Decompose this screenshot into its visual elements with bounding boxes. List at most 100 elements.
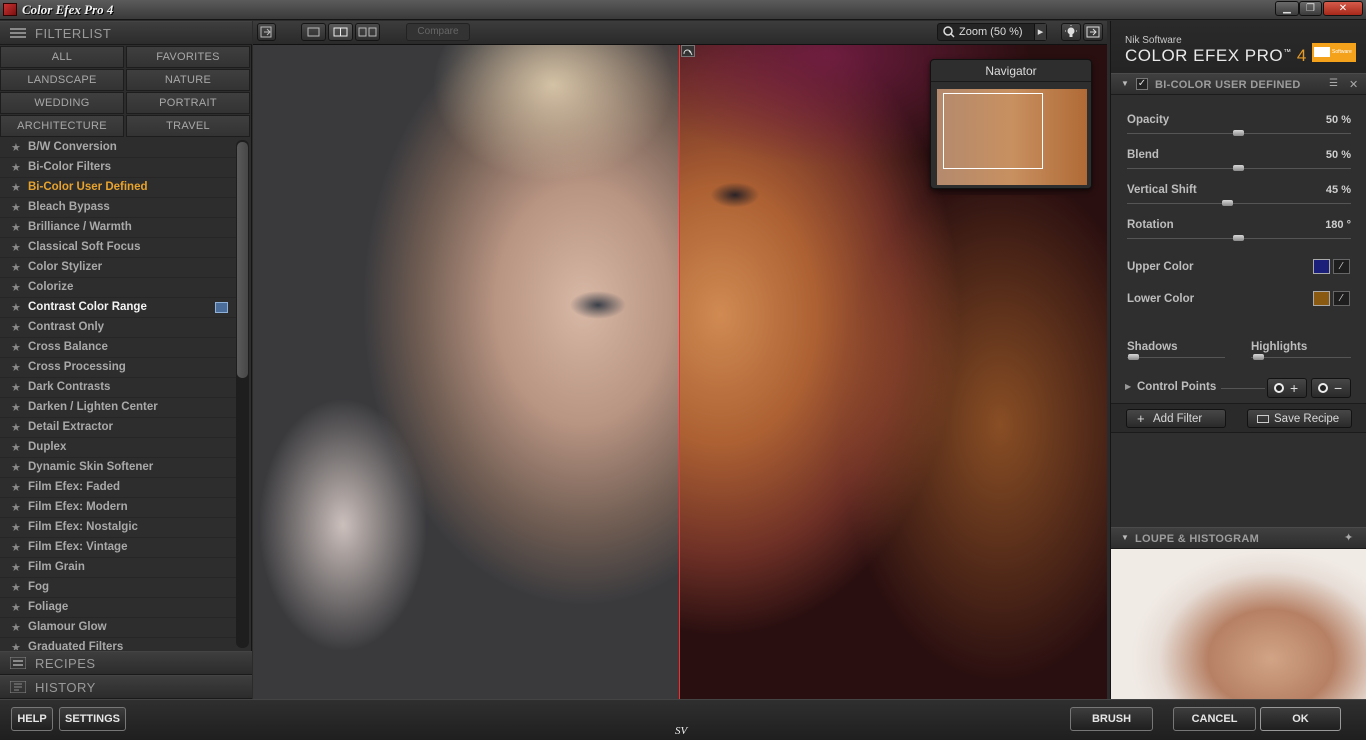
filter-item[interactable]: ★ Graduated Filters [0,638,236,650]
image-preview[interactable]: Navigator [253,45,1107,699]
close-button[interactable]: ✕ [1323,1,1363,16]
opacity-slider[interactable]: Opacity 50 % [1111,109,1366,144]
filter-item[interactable]: ★ Film Grain [0,558,236,578]
favorite-star-icon[interactable]: ★ [11,621,21,634]
filter-item[interactable]: ★ B/W Conversion [0,138,236,158]
rotation-slider[interactable]: Rotation 180 ° [1111,214,1366,249]
recipe-badge-icon[interactable] [215,302,228,313]
favorite-star-icon[interactable]: ★ [11,401,21,414]
shadows-slider-knob[interactable] [1128,354,1139,360]
eyedropper-icon[interactable]: ⁄ [1333,291,1350,306]
favorite-star-icon[interactable]: ★ [11,381,21,394]
category-favorites[interactable]: FAVORITES [126,46,250,68]
favorite-star-icon[interactable]: ★ [11,361,21,374]
filter-item[interactable]: ★ Color Stylizer [0,258,236,278]
help-button[interactable]: HELP [11,707,53,731]
favorite-star-icon[interactable]: ★ [11,301,21,314]
filter-item[interactable]: ★ Film Efex: Faded [0,478,236,498]
filter-section-header[interactable]: ▼ ✓ BI-COLOR USER DEFINED ☰ ✕ [1111,73,1366,95]
favorite-star-icon[interactable]: ★ [11,201,21,214]
favorite-star-icon[interactable]: ★ [11,321,21,334]
favorite-star-icon[interactable]: ★ [11,581,21,594]
filter-item[interactable]: ★ Colorize [0,278,236,298]
lower-color-swatch[interactable] [1313,291,1330,306]
favorite-star-icon[interactable]: ★ [11,521,21,534]
eyedropper-icon[interactable]: ⁄ [1333,259,1350,274]
upper-color-swatch[interactable] [1313,259,1330,274]
category-nature[interactable]: NATURE [126,69,250,91]
category-portrait[interactable]: PORTRAIT [126,92,250,114]
favorite-star-icon[interactable]: ★ [11,601,21,614]
pin-icon[interactable]: ✦ [1344,531,1353,544]
filter-menu-icon[interactable]: ☰ [1329,78,1338,89]
recipes-header[interactable]: RECIPES [0,651,252,675]
filterlist-header[interactable]: FILTERLIST [0,21,252,45]
favorite-star-icon[interactable]: ★ [11,261,21,274]
vertical-shift-slider-knob[interactable] [1222,200,1233,206]
single-view-button[interactable] [301,23,326,41]
filter-item[interactable]: ★ Duplex [0,438,236,458]
split-swap-handle[interactable] [681,45,695,57]
favorite-star-icon[interactable]: ★ [11,341,21,354]
add-control-point-button[interactable]: + [1267,378,1307,398]
exit-preview-button[interactable] [257,23,276,41]
collapse-icon[interactable]: ▼ [1121,533,1129,542]
category-landscape[interactable]: LANDSCAPE [0,69,124,91]
category-travel[interactable]: TRAVEL [126,115,250,137]
filter-item[interactable]: ★ Bleach Bypass [0,198,236,218]
rotation-slider-knob[interactable] [1233,235,1244,241]
settings-button[interactable]: SETTINGS [59,707,126,731]
expand-icon[interactable]: ▶ [1125,382,1131,391]
compare-button[interactable]: Compare [406,23,470,41]
filter-item[interactable]: ★ Contrast Only [0,318,236,338]
navigator-viewport[interactable] [943,93,1043,169]
remove-filter-icon[interactable]: ✕ [1349,78,1358,91]
history-header[interactable]: HISTORY [0,675,252,699]
loupe-view[interactable] [1111,549,1366,699]
favorite-star-icon[interactable]: ★ [11,541,21,554]
side-by-side-button[interactable] [355,23,380,41]
filter-item[interactable]: ★ Fog [0,578,236,598]
filter-item[interactable]: ★ Foliage [0,598,236,618]
filter-item[interactable]: ★ Detail Extractor [0,418,236,438]
scrollbar-thumb[interactable] [237,142,248,378]
filter-item[interactable]: ★ Bi-Color User Defined [0,178,236,198]
vertical-shift-slider[interactable]: Vertical Shift 45 % [1111,179,1366,214]
favorite-star-icon[interactable]: ★ [11,241,21,254]
favorite-star-icon[interactable]: ★ [11,481,21,494]
collapse-icon[interactable]: ▼ [1121,79,1129,88]
remove-control-point-button[interactable]: − [1311,378,1351,398]
filter-item[interactable]: ★ Brilliance / Warmth [0,218,236,238]
add-filter-button[interactable]: + Add Filter [1126,409,1226,428]
category-architecture[interactable]: ARCHITECTURE [0,115,124,137]
brush-button[interactable]: BRUSH [1070,707,1153,731]
favorite-star-icon[interactable]: ★ [11,281,21,294]
filter-item[interactable]: ★ Film Efex: Nostalgic [0,518,236,538]
maximize-button[interactable]: ❐ [1299,1,1322,16]
cancel-button[interactable]: CANCEL [1173,707,1256,731]
loupe-toggle-button[interactable] [1061,23,1081,41]
zoom-control[interactable]: Zoom (50 %) ▸ [937,23,1047,41]
filter-enable-checkbox[interactable]: ✓ [1136,78,1148,90]
favorite-star-icon[interactable]: ★ [11,141,21,154]
opacity-slider-knob[interactable] [1233,130,1244,136]
highlights-slider-knob[interactable] [1253,354,1264,360]
blend-slider[interactable]: Blend 50 % [1111,144,1366,179]
favorite-star-icon[interactable]: ★ [11,181,21,194]
save-recipe-button[interactable]: Save Recipe [1247,409,1352,428]
category-wedding[interactable]: WEDDING [0,92,124,114]
filter-item[interactable]: ★ Film Efex: Modern [0,498,236,518]
category-all[interactable]: ALL [0,46,124,68]
filter-item[interactable]: ★ Contrast Color Range [0,298,236,318]
blend-slider-knob[interactable] [1233,165,1244,171]
filter-item[interactable]: ★ Dark Contrasts [0,378,236,398]
filter-item[interactable]: ★ Cross Processing [0,358,236,378]
favorite-star-icon[interactable]: ★ [11,501,21,514]
favorite-star-icon[interactable]: ★ [11,161,21,174]
filter-item[interactable]: ★ Darken / Lighten Center [0,398,236,418]
fullscreen-button[interactable] [1083,23,1103,41]
filter-item[interactable]: ★ Bi-Color Filters [0,158,236,178]
filter-list-scrollbar[interactable] [236,140,249,648]
filter-item[interactable]: ★ Classical Soft Focus [0,238,236,258]
favorite-star-icon[interactable]: ★ [11,461,21,474]
